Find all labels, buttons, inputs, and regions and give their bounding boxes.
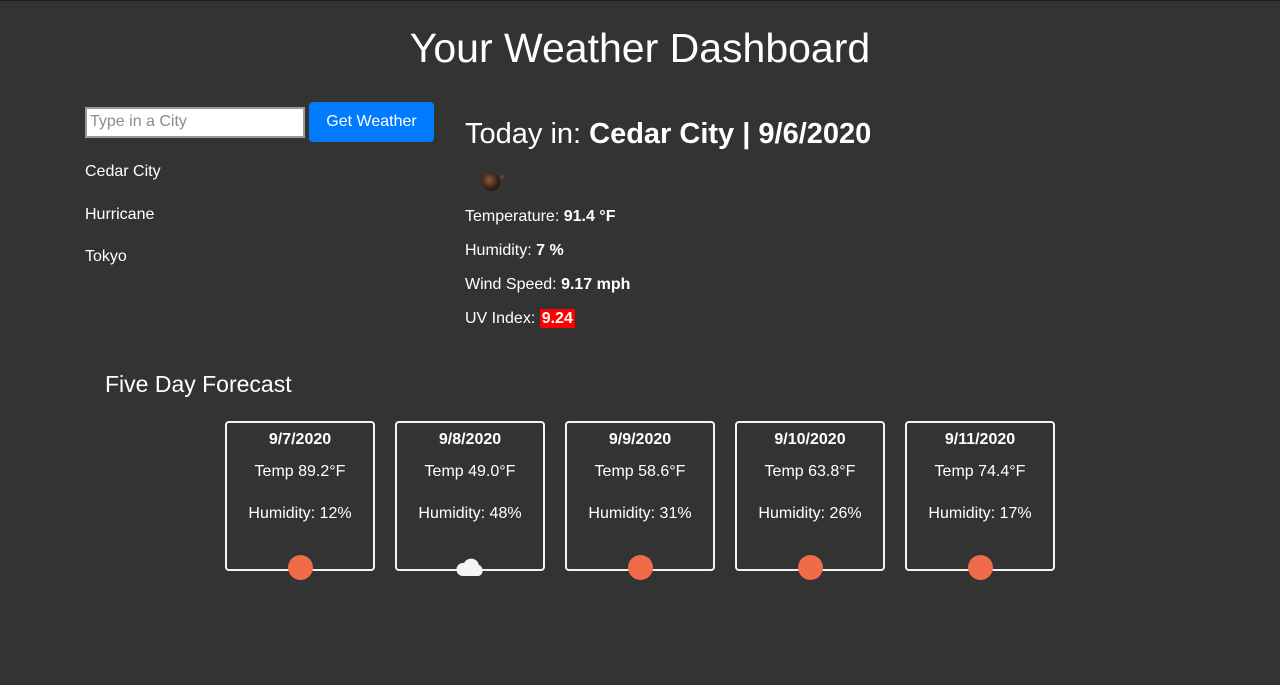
forecast-humidity: Humidity: 48% xyxy=(418,505,522,522)
search-history-list: Cedar City Hurricane Tokyo xyxy=(85,161,161,289)
humidity-value: 7 % xyxy=(536,242,564,259)
forecast-card: 9/9/2020 Temp 58.6°F Humidity: 31% xyxy=(565,421,715,580)
uv-index-badge: 9.24 xyxy=(539,309,575,328)
forecast-temp: Temp 89.2°F xyxy=(254,463,346,480)
current-city-date: Cedar City | 9/6/2020 xyxy=(589,118,872,150)
temperature-stat: Temperature: 91.4 °F xyxy=(465,206,871,240)
page-title: Your Weather Dashboard xyxy=(409,25,871,71)
forecast-date: 9/7/2020 xyxy=(268,431,332,448)
history-item-cedar-city[interactable]: Cedar City xyxy=(85,161,161,182)
cloud-icon xyxy=(454,554,486,580)
sun-icon xyxy=(482,173,504,191)
search-form: Get Weather xyxy=(85,102,434,142)
forecast-temp: Temp 49.0°F xyxy=(424,463,516,480)
temperature-value: 91.4 °F xyxy=(563,208,616,225)
forecast-cards: 9/7/2020 Temp 89.2°F Humidity: 12% 9/8/2… xyxy=(225,421,1075,580)
forecast-card: 9/10/2020 Temp 63.8°F Humidity: 26% xyxy=(735,421,885,580)
humidity-label: Humidity: xyxy=(465,242,537,259)
forecast-humidity: Humidity: 12% xyxy=(248,505,352,522)
forecast-card: 9/8/2020 Temp 49.0°F Humidity: 48% xyxy=(395,421,545,576)
history-item-tokyo[interactable]: Tokyo xyxy=(85,246,161,267)
wind-speed-stat: Wind Speed: 9.17 mph xyxy=(465,274,871,308)
sun-icon xyxy=(964,554,996,580)
forecast-date: 9/9/2020 xyxy=(608,431,672,448)
temperature-label: Temperature: xyxy=(465,208,564,225)
humidity-stat: Humidity: 7 % xyxy=(465,240,871,274)
city-search-input[interactable] xyxy=(85,106,305,138)
current-weather-heading: Today in: Cedar City | 9/6/2020 xyxy=(465,114,871,154)
forecast-humidity: Humidity: 17% xyxy=(928,505,1032,522)
sun-icon xyxy=(284,554,316,580)
history-item-hurricane[interactable]: Hurricane xyxy=(85,204,161,225)
forecast-card: 9/11/2020 Temp 74.4°F Humidity: 17% xyxy=(905,421,1055,580)
uv-index-label: UV Index: xyxy=(465,310,540,327)
forecast-title: Five Day Forecast xyxy=(105,371,292,397)
forecast-humidity: Humidity: 26% xyxy=(758,505,862,522)
forecast-temp: Temp 74.4°F xyxy=(934,463,1026,480)
current-weather-stats: Temperature: 91.4 °F Humidity: 7 % Wind … xyxy=(465,206,871,342)
today-prefix: Today in: xyxy=(465,118,590,150)
forecast-date: 9/8/2020 xyxy=(438,431,502,448)
current-weather: Today in: Cedar City | 9/6/2020 Temperat… xyxy=(465,114,871,342)
forecast-card: 9/7/2020 Temp 89.2°F Humidity: 12% xyxy=(225,421,375,580)
sun-icon xyxy=(794,554,826,580)
forecast-humidity: Humidity: 31% xyxy=(588,505,692,522)
forecast-temp: Temp 63.8°F xyxy=(764,463,856,480)
forecast-temp: Temp 58.6°F xyxy=(594,463,686,480)
wind-speed-value: 9.17 mph xyxy=(561,276,631,293)
wind-speed-label: Wind Speed: xyxy=(465,276,562,293)
uv-index-stat: UV Index: 9.24 xyxy=(465,308,871,342)
get-weather-button[interactable]: Get Weather xyxy=(309,102,434,142)
forecast-date: 9/10/2020 xyxy=(774,431,846,448)
forecast-date: 9/11/2020 xyxy=(944,431,1016,448)
sun-icon xyxy=(624,554,656,580)
